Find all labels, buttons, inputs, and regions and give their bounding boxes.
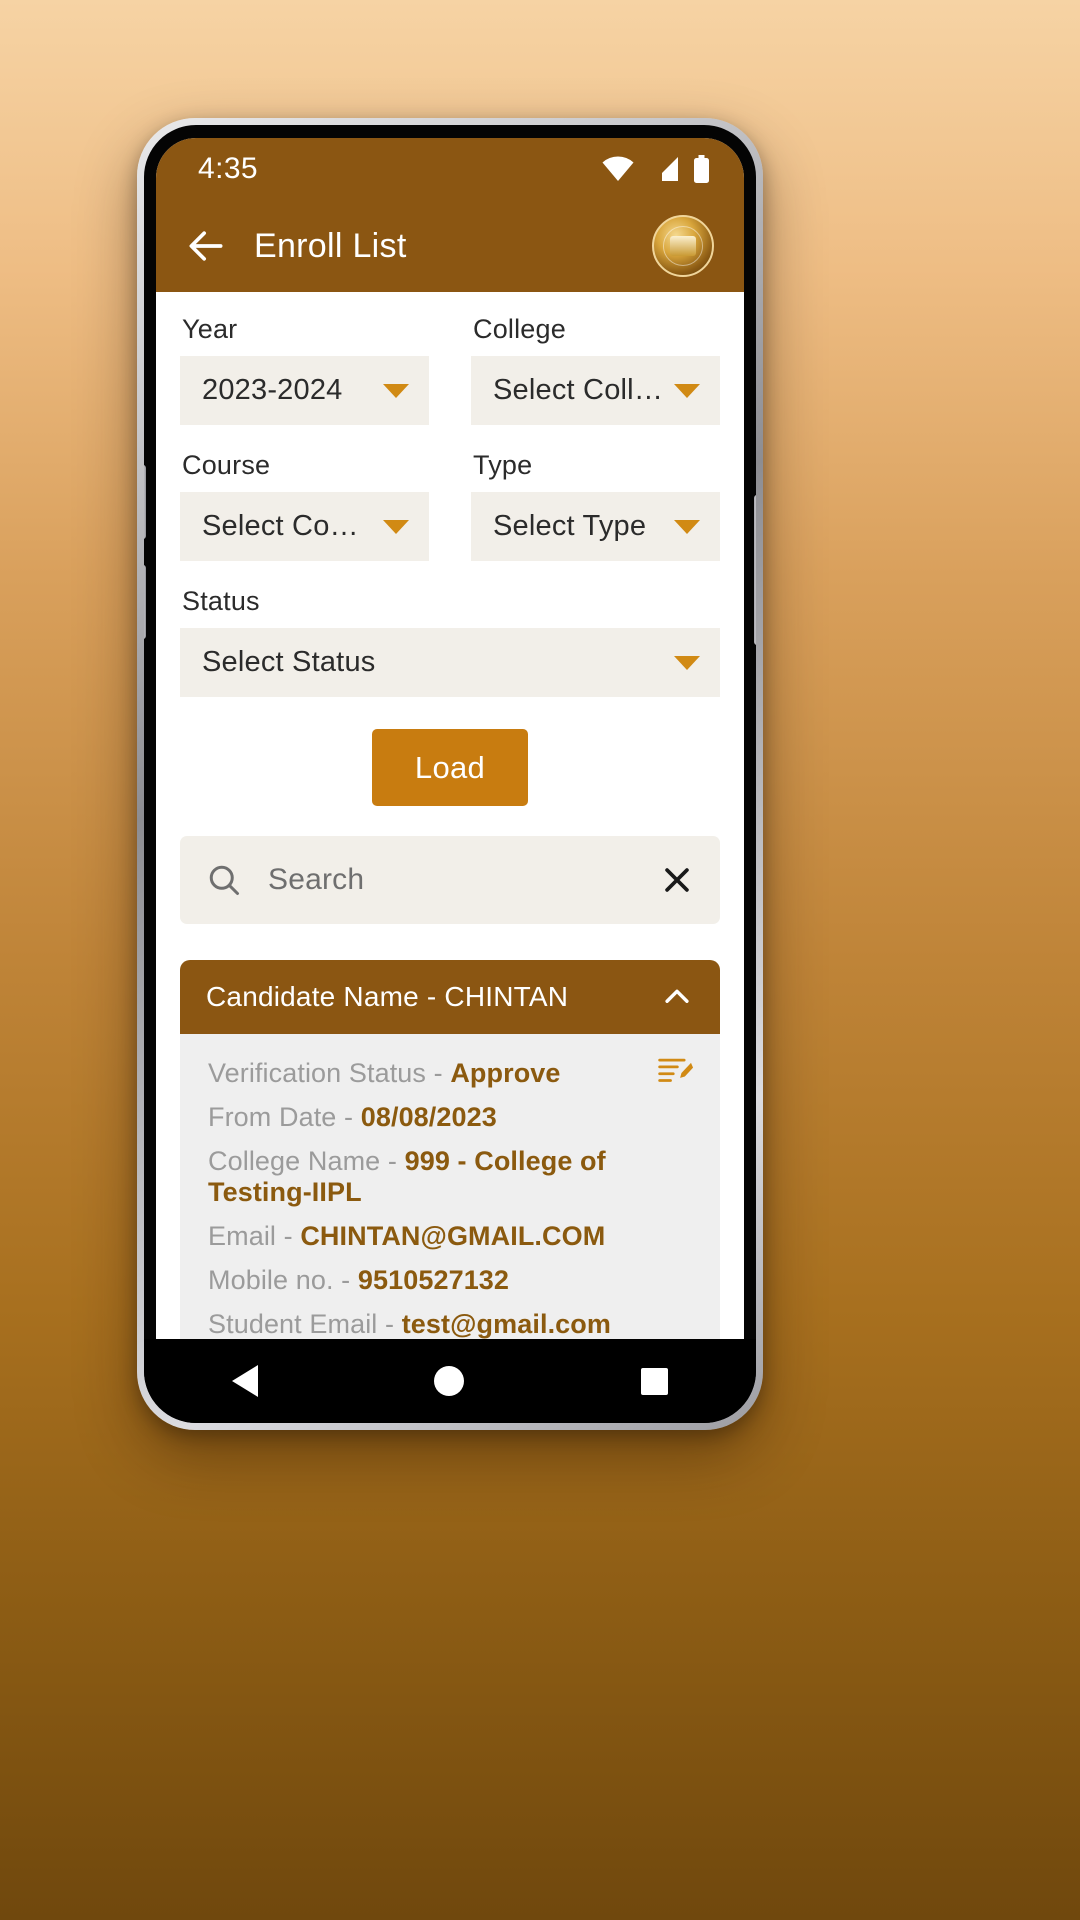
detail-value: CHINTAN@GMAIL.COM [300,1221,606,1251]
signal-icon [651,157,678,181]
detail-student-email: Student Email - test@gmail.com [208,1309,692,1340]
page-title: Enroll List [254,226,407,265]
chevron-down-icon [674,383,700,398]
label-college: College [473,314,566,344]
nav-home-icon[interactable] [434,1366,465,1396]
select-college[interactable]: Select College [471,356,720,425]
phone-body: 4:35 Enroll List Year 2023-2024 College … [144,125,756,1423]
detail-from-date: From Date - 08/08/2023 [208,1102,692,1133]
filter-form: Year 2023-2024 College Select College Co… [156,292,744,806]
field-college: College Select College [471,314,720,425]
detail-label: Mobile no. - [208,1265,351,1295]
phone-screen: 4:35 Enroll List Year 2023-2024 College … [156,138,744,1353]
detail-verification-status: Verification Status - Approve [208,1058,692,1089]
select-year[interactable]: 2023-2024 [180,356,429,425]
app-bar: Enroll List [156,200,744,292]
select-type-value: Select Type [493,510,647,542]
search-icon [209,865,239,895]
detail-mobile-no: Mobile no. - 9510527132 [208,1265,692,1296]
nav-recent-icon[interactable] [640,1367,668,1395]
candidate-card: Candidate Name - CHINTAN Verification St… [180,960,720,1353]
select-status[interactable]: Select Status [180,628,720,697]
detail-value: 08/08/2023 [360,1102,497,1132]
select-type[interactable]: Select Type [471,492,720,561]
volume-down-button[interactable] [144,565,146,639]
label-course: Course [182,450,271,480]
detail-college-name: College Name - 999 - College of Testing-… [208,1146,692,1208]
select-year-value: 2023-2024 [202,374,343,406]
nav-back-icon[interactable] [232,1365,259,1397]
label-year: Year [182,314,238,344]
field-course: Course Select Course [180,450,429,561]
candidate-card-body: Verification Status - Approve From Date … [180,1034,720,1353]
main-content: Year 2023-2024 College Select College Co… [156,292,744,1353]
chevron-down-icon [383,519,409,534]
detail-label: Email - [208,1221,293,1251]
select-course-value: Select Course [202,510,373,542]
filter-row-1: Year 2023-2024 College Select College [180,314,720,425]
detail-value: Approve [450,1058,561,1088]
chevron-down-icon [383,383,409,398]
detail-label: Student Email - [208,1309,395,1339]
volume-up-button[interactable] [144,465,146,539]
filter-row-2: Course Select Course Type Select Type [180,450,720,561]
select-status-value: Select Status [202,646,376,678]
power-button[interactable] [754,495,756,645]
app-logo[interactable] [652,215,714,277]
field-status: Status Select Status [180,586,720,697]
select-college-value: Select College [493,374,664,406]
status-bar: 4:35 [156,138,744,200]
wifi-icon [602,156,634,181]
filter-row-3: Status Select Status [180,586,720,697]
search-input[interactable]: Search [268,863,634,897]
battery-icon [694,155,709,183]
detail-email: Email - CHINTAN@GMAIL.COM [208,1221,692,1252]
select-course[interactable]: Select Course [180,492,429,561]
phone-frame: 4:35 Enroll List Year 2023-2024 College … [137,118,763,1430]
candidate-name: Candidate Name - CHINTAN [206,981,569,1012]
detail-value: test@gmail.com [401,1309,611,1339]
label-type: Type [473,450,533,480]
detail-label: Verification Status - [208,1058,443,1088]
chevron-up-icon[interactable] [660,980,694,1014]
edit-list-icon[interactable] [658,1056,694,1086]
load-button[interactable]: Load [372,729,528,806]
status-time: 4:35 [198,152,258,185]
arrow-left-icon[interactable] [184,224,228,268]
status-icons [601,155,710,183]
android-nav-bar [144,1339,756,1423]
candidate-card-header[interactable]: Candidate Name - CHINTAN [180,960,720,1034]
search-bar[interactable]: Search [180,836,720,924]
chevron-down-icon [674,519,700,534]
close-icon[interactable] [660,863,694,897]
detail-value: 9510527132 [357,1265,510,1295]
field-year: Year 2023-2024 [180,314,429,425]
load-button-wrap: Load [180,729,720,806]
detail-label: From Date - [208,1102,354,1132]
label-status: Status [182,586,260,616]
chevron-down-icon [674,655,700,670]
field-type: Type Select Type [471,450,720,561]
candidate-list: Candidate Name - CHINTAN Verification St… [180,960,720,1353]
detail-label: College Name - [208,1146,397,1176]
